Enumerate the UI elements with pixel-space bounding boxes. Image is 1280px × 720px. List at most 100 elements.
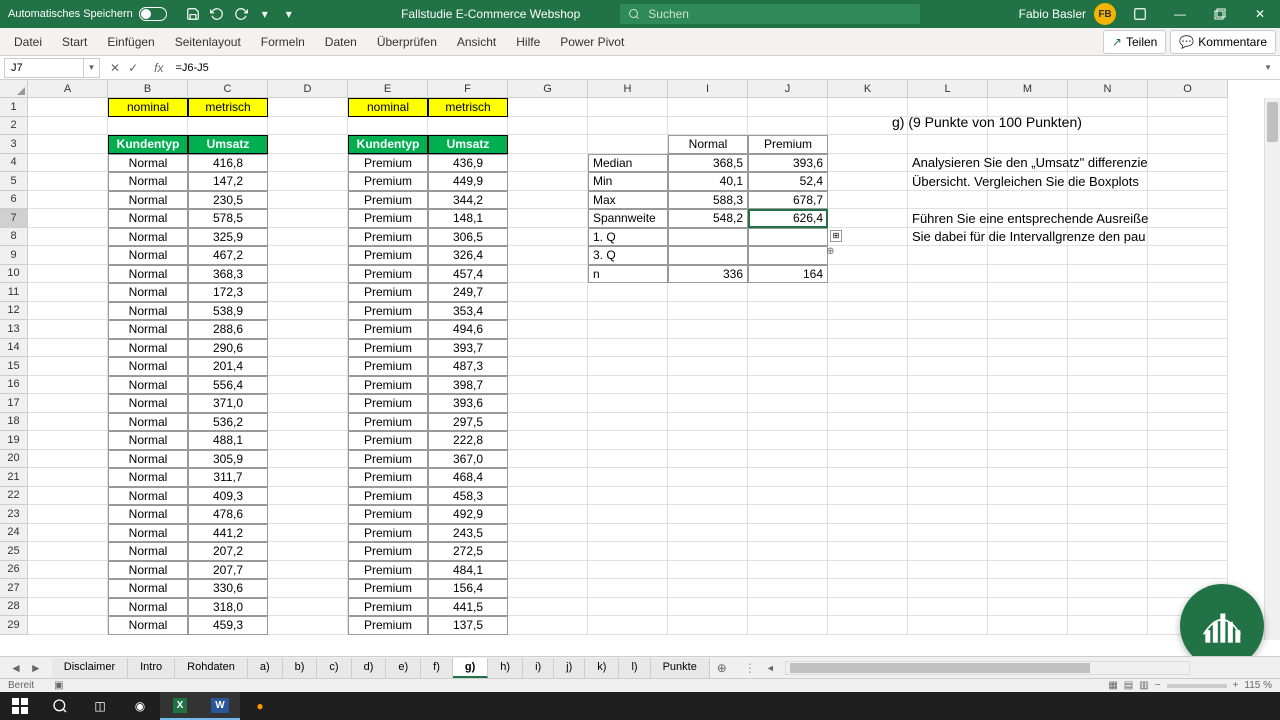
empty-cell[interactable] bbox=[508, 228, 588, 247]
table-cell[interactable]: 222,8 bbox=[428, 431, 508, 450]
empty-cell[interactable] bbox=[1068, 339, 1148, 358]
empty-cell[interactable] bbox=[908, 265, 988, 284]
header-metrisch[interactable]: metrisch bbox=[428, 98, 508, 117]
empty-cell[interactable] bbox=[28, 561, 108, 580]
table-cell[interactable]: 416,8 bbox=[188, 154, 268, 173]
table-cell[interactable]: Normal bbox=[108, 561, 188, 580]
table-cell[interactable]: 467,2 bbox=[188, 246, 268, 265]
col-header[interactable]: C bbox=[188, 80, 268, 98]
table-cell[interactable]: 207,7 bbox=[188, 561, 268, 580]
table-cell[interactable]: Premium bbox=[348, 172, 428, 191]
table-cell[interactable]: 207,2 bbox=[188, 542, 268, 561]
empty-cell[interactable] bbox=[1068, 431, 1148, 450]
empty-cell[interactable] bbox=[588, 357, 668, 376]
empty-cell[interactable] bbox=[28, 302, 108, 321]
row-header[interactable]: 18 bbox=[0, 413, 28, 432]
empty-cell[interactable] bbox=[268, 394, 348, 413]
empty-cell[interactable] bbox=[748, 579, 828, 598]
stat-value[interactable] bbox=[668, 246, 748, 265]
table-cell[interactable]: 318,0 bbox=[188, 598, 268, 617]
table-cell[interactable]: Normal bbox=[108, 265, 188, 284]
empty-cell[interactable] bbox=[268, 339, 348, 358]
table-cell[interactable]: 156,4 bbox=[428, 579, 508, 598]
save-icon[interactable] bbox=[185, 6, 201, 22]
ribbon-tab[interactable]: Hilfe bbox=[506, 29, 550, 55]
empty-cell[interactable] bbox=[668, 505, 748, 524]
empty-cell[interactable] bbox=[268, 154, 348, 173]
row-header[interactable]: 3 bbox=[0, 135, 28, 154]
empty-cell[interactable] bbox=[268, 598, 348, 617]
empty-cell[interactable] bbox=[268, 98, 348, 117]
stat-label[interactable]: n bbox=[588, 265, 668, 284]
zoom-level[interactable]: 115 % bbox=[1244, 680, 1272, 691]
table-cell[interactable]: Normal bbox=[108, 394, 188, 413]
table-cell[interactable]: Normal bbox=[108, 505, 188, 524]
empty-cell[interactable] bbox=[908, 431, 988, 450]
empty-cell[interactable] bbox=[908, 191, 988, 210]
empty-cell[interactable] bbox=[828, 468, 908, 487]
col-header[interactable]: D bbox=[268, 80, 348, 98]
sheet-tab[interactable]: f) bbox=[421, 658, 453, 678]
empty-cell[interactable] bbox=[268, 579, 348, 598]
table-cell[interactable]: Normal bbox=[108, 376, 188, 395]
empty-cell[interactable] bbox=[1068, 394, 1148, 413]
sheet-tab[interactable]: e) bbox=[386, 658, 421, 678]
empty-cell[interactable] bbox=[828, 191, 908, 210]
empty-cell[interactable] bbox=[748, 505, 828, 524]
empty-cell[interactable] bbox=[268, 191, 348, 210]
row-header[interactable]: 5 bbox=[0, 172, 28, 191]
header-metrisch[interactable]: metrisch bbox=[188, 98, 268, 117]
user-area[interactable]: Fabio Basler FB bbox=[1015, 3, 1120, 25]
empty-cell[interactable] bbox=[1148, 376, 1228, 395]
empty-cell[interactable] bbox=[28, 598, 108, 617]
empty-cell[interactable] bbox=[1148, 561, 1228, 580]
empty-cell[interactable] bbox=[988, 376, 1068, 395]
col-header[interactable]: A bbox=[28, 80, 108, 98]
empty-cell[interactable] bbox=[908, 135, 988, 154]
table-cell[interactable]: Premium bbox=[348, 339, 428, 358]
empty-cell[interactable] bbox=[28, 172, 108, 191]
col-header[interactable]: E bbox=[348, 80, 428, 98]
ribbon-tab[interactable]: Überprüfen bbox=[367, 29, 447, 55]
empty-cell[interactable] bbox=[908, 246, 988, 265]
stat-label[interactable]: Median bbox=[588, 154, 668, 173]
table-cell[interactable]: Premium bbox=[348, 302, 428, 321]
empty-cell[interactable] bbox=[908, 302, 988, 321]
empty-cell[interactable] bbox=[828, 616, 908, 635]
selected-cell[interactable] bbox=[748, 209, 828, 228]
empty-cell[interactable] bbox=[508, 339, 588, 358]
table-cell[interactable]: 330,6 bbox=[188, 579, 268, 598]
ribbon-display-icon[interactable] bbox=[1120, 0, 1160, 28]
empty-cell[interactable] bbox=[828, 394, 908, 413]
table-cell[interactable]: Premium bbox=[348, 524, 428, 543]
empty-cell[interactable] bbox=[748, 542, 828, 561]
empty-cell[interactable] bbox=[1068, 487, 1148, 506]
empty-cell[interactable] bbox=[988, 413, 1068, 432]
empty-cell[interactable] bbox=[988, 357, 1068, 376]
col-header[interactable]: F bbox=[428, 80, 508, 98]
empty-cell[interactable] bbox=[508, 265, 588, 284]
empty-cell[interactable] bbox=[428, 117, 508, 136]
row-header[interactable]: 12 bbox=[0, 302, 28, 321]
empty-cell[interactable] bbox=[1148, 505, 1228, 524]
empty-cell[interactable] bbox=[1068, 598, 1148, 617]
empty-cell[interactable] bbox=[668, 468, 748, 487]
table-cell[interactable]: 147,2 bbox=[188, 172, 268, 191]
empty-cell[interactable] bbox=[588, 135, 668, 154]
empty-cell[interactable] bbox=[28, 209, 108, 228]
empty-cell[interactable] bbox=[828, 135, 908, 154]
table-cell[interactable]: Premium bbox=[348, 228, 428, 247]
empty-cell[interactable] bbox=[508, 505, 588, 524]
empty-cell[interactable] bbox=[508, 376, 588, 395]
empty-cell[interactable] bbox=[908, 376, 988, 395]
empty-cell[interactable] bbox=[1148, 542, 1228, 561]
col-header[interactable]: M bbox=[988, 80, 1068, 98]
empty-cell[interactable] bbox=[828, 246, 908, 265]
empty-cell[interactable] bbox=[1068, 413, 1148, 432]
table-cell[interactable]: Normal bbox=[108, 579, 188, 598]
table-cell[interactable]: Normal bbox=[108, 487, 188, 506]
empty-cell[interactable] bbox=[268, 283, 348, 302]
empty-cell[interactable] bbox=[28, 339, 108, 358]
empty-cell[interactable] bbox=[668, 394, 748, 413]
table-cell[interactable]: Premium bbox=[348, 616, 428, 635]
